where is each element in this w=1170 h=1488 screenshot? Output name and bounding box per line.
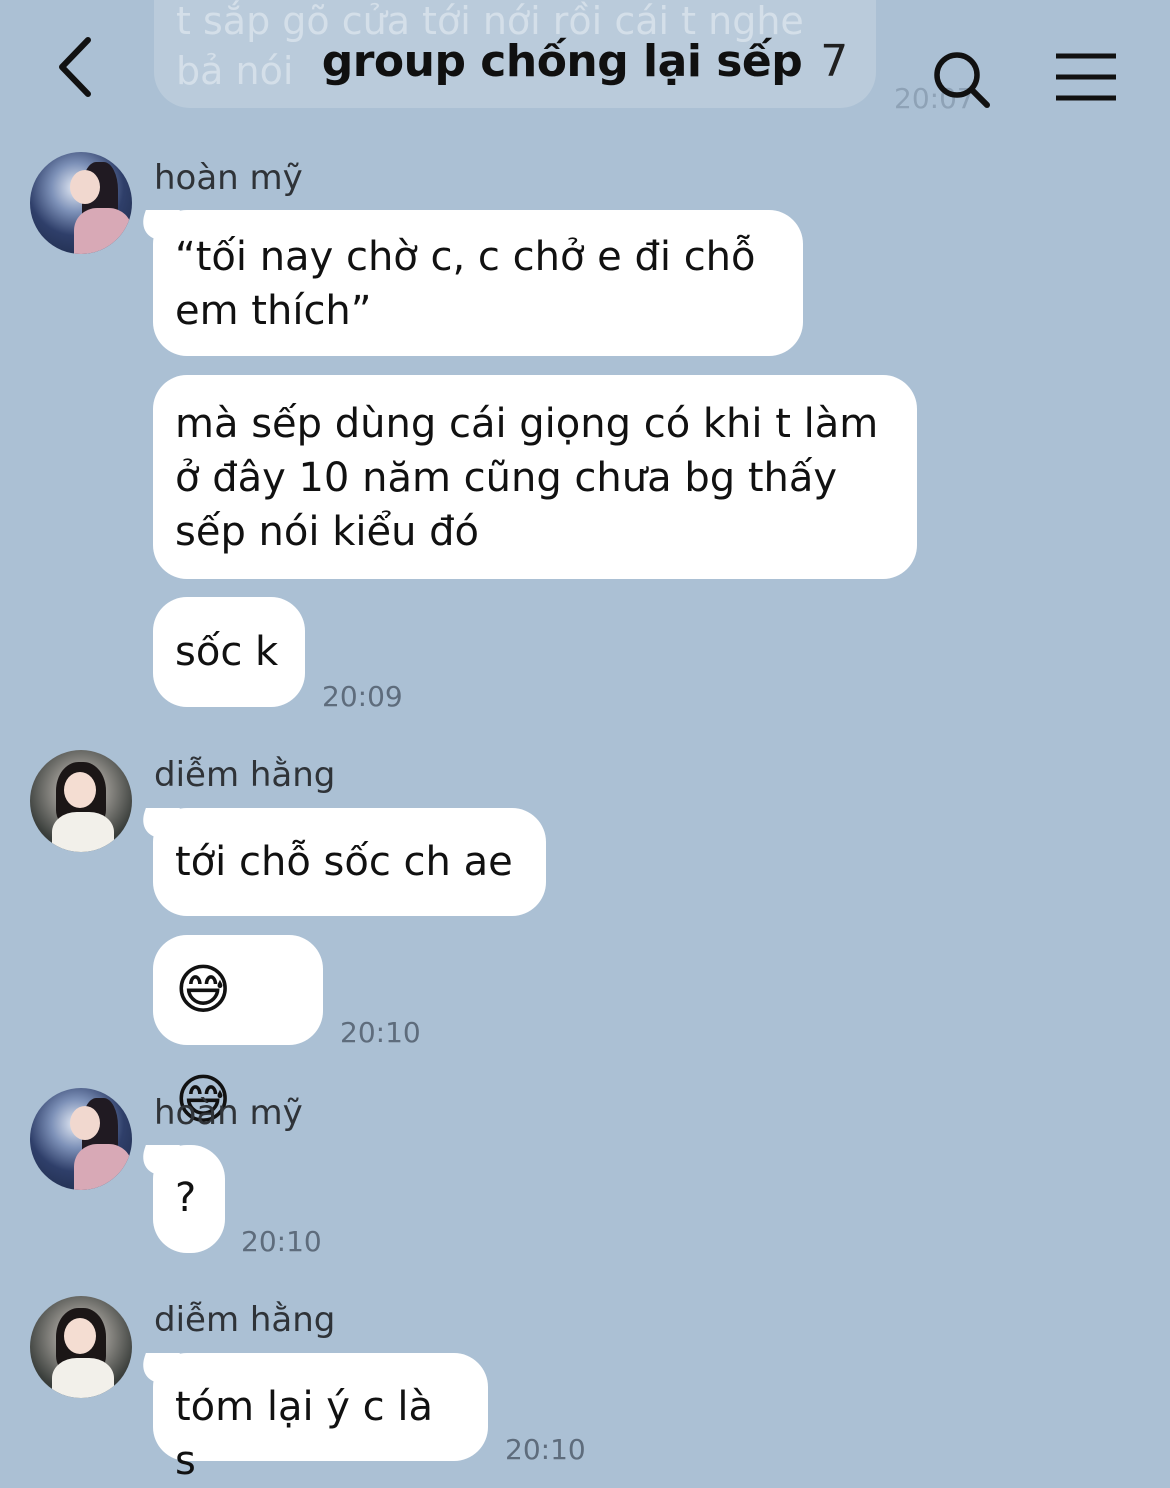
message-bubble[interactable]: tới chỗ sốc ch ae (153, 808, 546, 916)
message-time: 20:10 (241, 1225, 322, 1258)
message-bubble[interactable]: ? (153, 1145, 225, 1253)
message-time: 20:09 (322, 680, 403, 713)
chat-title-area[interactable]: group chống lại sếp 7 (0, 36, 1170, 87)
menu-button[interactable] (1052, 50, 1122, 106)
message-bubble[interactable]: mà sếp dùng cái giọng có khi t làm ở đây… (153, 375, 917, 579)
hamburger-menu-icon (1056, 53, 1116, 101)
message-text: mà sếp dùng cái giọng có khi t làm ở đây… (175, 401, 879, 555)
message-text: ? (175, 1175, 197, 1221)
message-time: 20:10 (340, 1016, 421, 1049)
chat-title: group chống lại sếp (321, 36, 803, 87)
message-text: sốc k (175, 629, 279, 675)
message-bubble[interactable]: sốc k (153, 597, 305, 707)
search-icon (934, 52, 990, 108)
sender-name: hoàn mỹ (154, 158, 303, 198)
message-time: 20:10 (505, 1433, 586, 1466)
avatar[interactable] (30, 750, 132, 852)
message-text: tới chỗ sốc ch ae (175, 839, 513, 885)
sender-name: diễm hằng (154, 1300, 336, 1340)
avatar[interactable] (30, 152, 132, 254)
avatar[interactable] (30, 1088, 132, 1190)
member-count: 7 (820, 36, 849, 87)
search-button[interactable] (930, 48, 994, 112)
message-bubble[interactable]: 😅 😅 (153, 935, 323, 1131)
message-text: “tối nay chờ c, c chở e đi chỗ em thích” (175, 234, 756, 334)
avatar[interactable] (30, 1296, 132, 1398)
message-bubble[interactable]: “tối nay chờ c, c chở e đi chỗ em thích” (153, 210, 803, 356)
chat-header: group chống lại sếp 7 (0, 0, 1170, 130)
message-bubble[interactable]: tóm lại ý c là s (153, 1353, 488, 1484)
sender-name: hoàn mỹ (154, 1093, 303, 1133)
message-text: tóm lại ý c là s (175, 1384, 446, 1484)
chat-screen: t sắp gõ cửa tới nới rồi cái t nghe bả n… (0, 0, 1170, 1488)
sender-name: diễm hằng (154, 755, 336, 795)
